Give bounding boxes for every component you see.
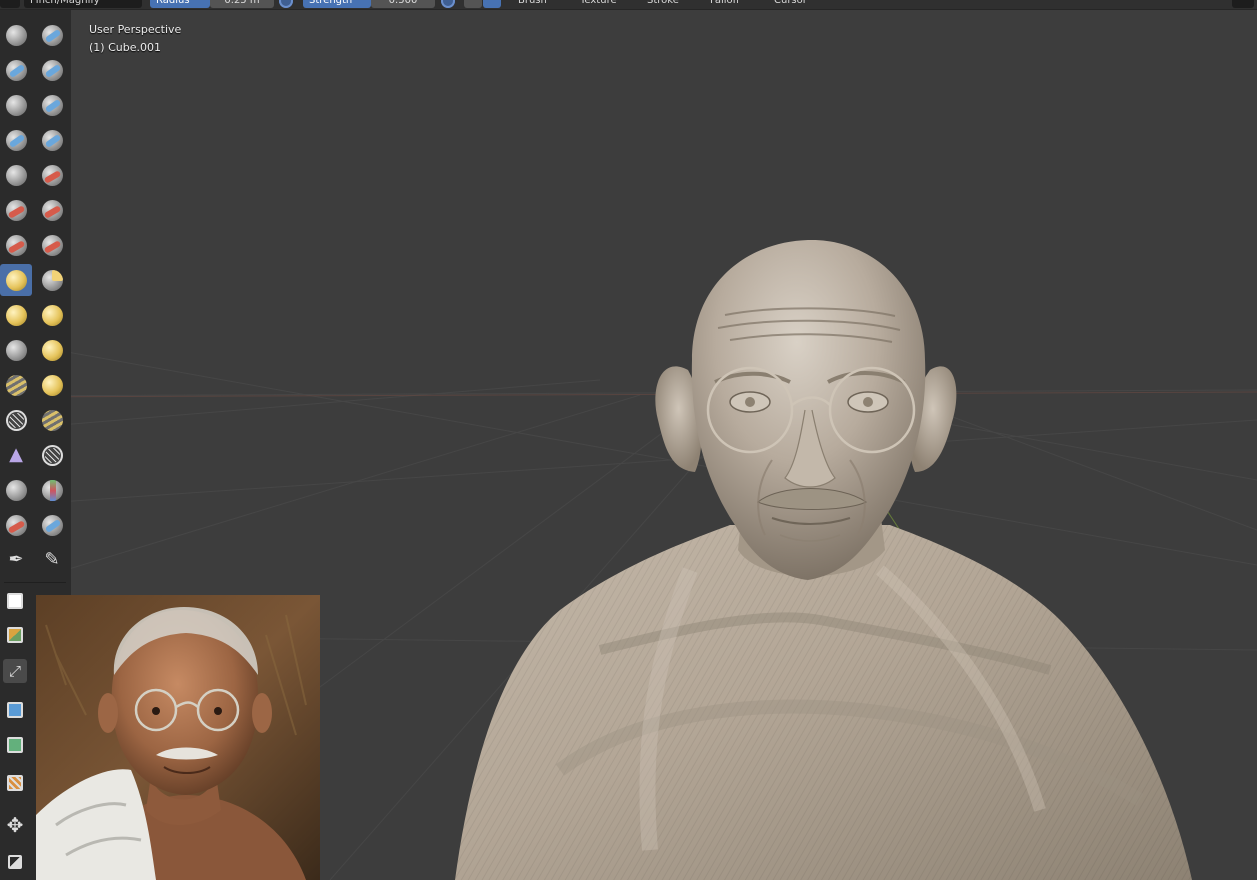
options-icon[interactable]: [1232, 0, 1254, 8]
thumb-brush-icon[interactable]: [0, 334, 32, 366]
radius-field[interactable]: 0.25 m: [210, 0, 274, 8]
menu-brush[interactable]: Brush: [512, 0, 553, 8]
inflate-brush-icon[interactable]: [0, 124, 32, 156]
object-name: (1) Cube.001: [89, 41, 161, 54]
viewport-info: User Perspective (1) Cube.001: [89, 21, 181, 57]
line-project-icon[interactable]: [3, 698, 27, 722]
multires-displacement-smear-icon[interactable]: [36, 509, 68, 541]
scrape-brush-icon[interactable]: [0, 229, 32, 261]
view-name: User Perspective: [89, 23, 182, 36]
pose-brush-icon[interactable]: [36, 334, 68, 366]
smooth-brush-icon[interactable]: [36, 159, 68, 191]
mode-icon[interactable]: [0, 0, 20, 8]
simplify-brush-icon[interactable]: [36, 439, 68, 471]
rotate-brush-icon[interactable]: [36, 369, 68, 401]
clay-brush-icon[interactable]: [0, 54, 32, 86]
draw-brush-icon[interactable]: [0, 19, 32, 51]
layer-brush-icon[interactable]: [36, 89, 68, 121]
boundary-brush-icon[interactable]: [36, 404, 68, 436]
toolbar-separator: [4, 582, 66, 583]
draw-sharp-brush-icon[interactable]: [36, 19, 68, 51]
elastic-deform-brush-icon[interactable]: [0, 299, 32, 331]
snake-hook-brush-icon[interactable]: [36, 299, 68, 331]
box-mask-icon[interactable]: [3, 589, 27, 613]
box-face-set-icon[interactable]: [3, 623, 27, 647]
y-axis-line: [879, 499, 1131, 880]
menu-cursor[interactable]: Cursor: [768, 0, 813, 8]
nudge-brush-icon[interactable]: [0, 369, 32, 401]
strength-label[interactable]: Strength: [303, 0, 371, 8]
multires-displacement-eraser-icon[interactable]: [0, 509, 32, 541]
direction-add-button[interactable]: [483, 0, 501, 8]
fill-brush-icon[interactable]: [36, 194, 68, 226]
smear-brush-icon[interactable]: ✎: [36, 544, 68, 576]
mask-brush-icon[interactable]: [0, 474, 32, 506]
reference-photo: [36, 595, 320, 880]
multiplane-scrape-brush-icon[interactable]: [36, 229, 68, 261]
draw-face-sets-brush-icon[interactable]: [36, 474, 68, 506]
brush-selector[interactable]: Pinch/Magnify: [24, 0, 142, 8]
flatten-brush-icon[interactable]: [0, 194, 32, 226]
strength-field[interactable]: 0.500: [371, 0, 435, 8]
slide-relax-brush-icon[interactable]: [0, 404, 32, 436]
menu-falloff[interactable]: Falloff: [704, 0, 746, 8]
paint-brush-icon[interactable]: ✒: [0, 544, 32, 576]
tool-header: Pinch/Magnify Radius 0.25 m Strength 0.5…: [0, 0, 1257, 10]
strength-pressure-icon[interactable]: [441, 0, 455, 8]
mesh-filter-icon[interactable]: [3, 733, 27, 757]
pinch-brush-icon[interactable]: [0, 264, 32, 296]
crease-brush-icon[interactable]: [0, 159, 32, 191]
move-icon[interactable]: ✥: [3, 813, 27, 837]
box-trim-icon[interactable]: ⤢: [3, 659, 27, 683]
clay-strips-brush-icon[interactable]: [36, 54, 68, 86]
menu-stroke[interactable]: Stroke: [641, 0, 685, 8]
reference-portrait-image: [36, 595, 320, 880]
color-filter-icon[interactable]: [3, 771, 27, 795]
cloth-brush-icon[interactable]: ▲: [0, 439, 32, 471]
grab-brush-icon[interactable]: [36, 264, 68, 296]
blob-brush-icon[interactable]: [36, 124, 68, 156]
clay-thumb-brush-icon[interactable]: [0, 89, 32, 121]
direction-subtract-button[interactable]: [464, 0, 482, 8]
scale-icon[interactable]: [3, 850, 27, 874]
radius-pressure-icon[interactable]: [279, 0, 293, 8]
menu-texture[interactable]: Texture: [574, 0, 623, 8]
radius-label[interactable]: Radius: [150, 0, 210, 8]
